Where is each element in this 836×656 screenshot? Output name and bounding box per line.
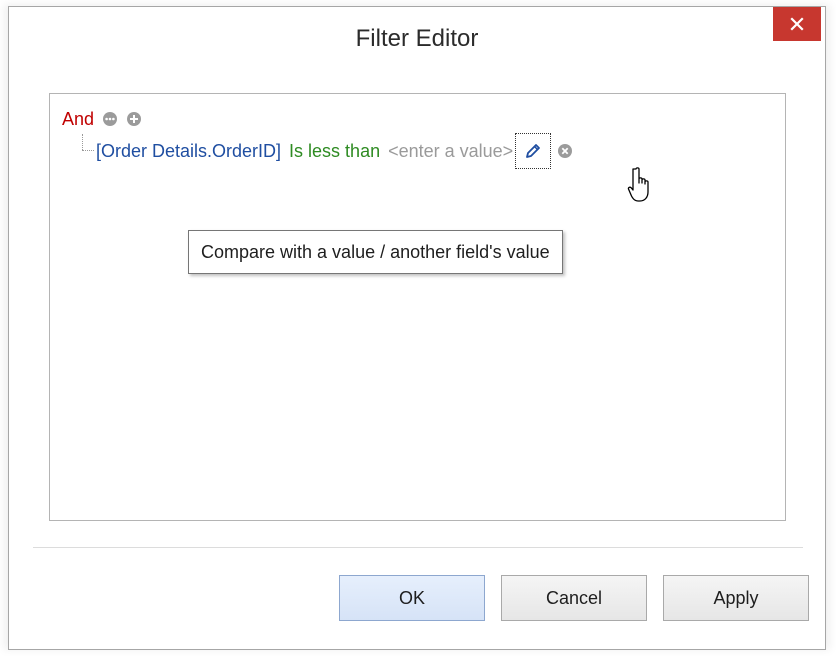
group-row: And — [62, 108, 142, 130]
tooltip: Compare with a value / another field's v… — [188, 230, 563, 274]
condition-field[interactable]: [Order Details.OrderID] — [96, 141, 281, 162]
group-operator-label[interactable]: And — [62, 109, 94, 130]
remove-icon[interactable] — [557, 143, 573, 159]
condition-row: [Order Details.OrderID] Is less than <en… — [96, 133, 573, 169]
close-icon — [790, 17, 804, 31]
filter-tree-area[interactable]: And [Order Details.OrderID] Is less than… — [49, 93, 786, 521]
filter-editor-dialog: Filter Editor And [Order Details.OrderID… — [8, 6, 826, 650]
ok-button[interactable]: OK — [339, 575, 485, 621]
pencil-icon — [526, 144, 541, 158]
hand-cursor-icon — [627, 167, 649, 202]
tooltip-text: Compare with a value / another field's v… — [201, 241, 550, 262]
tree-connector-vertical — [82, 134, 83, 150]
cancel-button[interactable]: Cancel — [501, 575, 647, 621]
options-icon[interactable] — [102, 111, 118, 127]
add-icon[interactable] — [126, 111, 142, 127]
close-button[interactable] — [773, 7, 821, 41]
title-bar: Filter Editor — [9, 7, 825, 73]
tree-connector-horizontal — [82, 150, 94, 151]
condition-value[interactable]: <enter a value> — [388, 141, 513, 162]
condition-operator[interactable]: Is less than — [289, 141, 380, 162]
value-type-toggle-button[interactable] — [515, 133, 552, 169]
footer-separator — [33, 547, 803, 548]
dialog-title: Filter Editor — [355, 25, 479, 52]
apply-button[interactable]: Apply — [663, 575, 809, 621]
